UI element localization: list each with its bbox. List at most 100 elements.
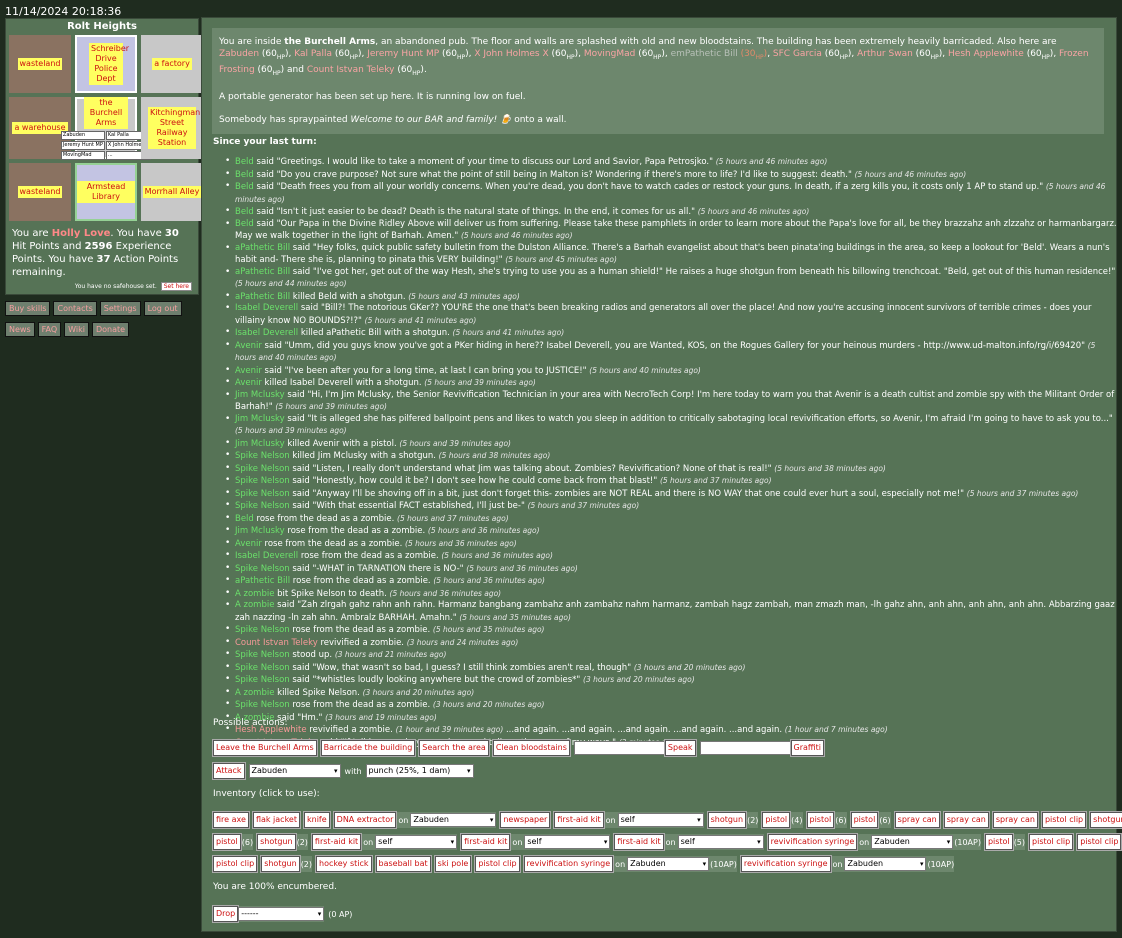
event-actor-link[interactable]: Spike Nelson [235,489,290,499]
logout-button[interactable]: Log out [143,301,182,316]
map-cell-ne[interactable]: a factory [141,35,203,93]
map-cell-s[interactable]: Armstead Library [75,163,137,221]
event-actor-link[interactable]: Beld [235,157,254,167]
player-name[interactable]: Holly Love [52,228,111,239]
event-actor-link[interactable]: Spike Nelson [235,501,290,511]
drop-button[interactable]: Drop [213,906,239,922]
inventory-item-button[interactable]: pistol clip [475,856,520,872]
map-cell-sw[interactable]: wasteland [9,163,71,221]
map-cell-nw[interactable]: wasteland [9,35,71,93]
map-cell-se[interactable]: Morrhall Alley [141,163,203,221]
inventory-item-button[interactable]: spray can [943,812,989,828]
map-cell-n[interactable]: Schreiber Drive Police Dept [75,35,137,93]
inventory-item-button[interactable]: ski pole [434,856,472,872]
clean-bloodstains-button[interactable]: Clean bloodstains [492,740,570,756]
inventory-item-button[interactable]: first-aid kit [311,834,362,850]
target-select[interactable]: Zabuden ▾ [410,813,497,827]
inventory-item-button[interactable]: knife [303,812,330,828]
inventory-item-button[interactable]: revivification syringe [740,856,831,872]
map-cell-label[interactable]: Kitchingman Street Railway Station [148,107,200,149]
target-select[interactable]: self ▾ [524,835,611,849]
event-actor-link[interactable]: Spike Nelson [235,650,290,660]
event-actor-link[interactable]: Spike Nelson [235,675,290,685]
map-cell-label[interactable]: a factory [152,58,192,70]
inventory-item-button[interactable]: shotgun [261,856,300,872]
event-actor-link[interactable]: Beld [235,219,254,229]
occupant-chip[interactable]: Zabuden [60,130,105,140]
event-actor-link[interactable]: Beld [235,170,254,180]
map-cell-label[interactable]: wasteland [17,186,63,198]
inventory-item-button[interactable]: pistol [762,812,791,828]
barricade-button[interactable]: Barricade the building [320,740,416,756]
target-select[interactable]: Zabuden ▾ [871,835,954,849]
inventory-item-button[interactable]: DNA extractor [333,812,397,828]
event-actor-link[interactable]: aPathetic Bill [235,267,290,277]
event-actor-link[interactable]: A zombie [235,589,274,599]
inventory-item-button[interactable]: first-aid kit [614,834,664,850]
settings-button[interactable]: Settings [99,301,141,316]
faq-button[interactable]: FAQ [37,322,62,337]
inventory-item-button[interactable]: spray can [894,812,940,828]
event-actor-link[interactable]: Count Istvan Teleky [235,638,318,648]
event-actor-link[interactable]: A zombie [235,688,274,698]
attack-button[interactable]: Attack [213,763,245,779]
event-actor-link[interactable]: Isabel Deverell [235,551,298,561]
inventory-item-button[interactable]: pistol [213,834,241,850]
occupant-link[interactable]: Arthur Swan [857,49,913,59]
inventory-item-button[interactable]: shotgun [1090,812,1122,828]
target-select[interactable]: Zabuden ▾ [627,857,710,871]
event-actor-link[interactable]: aPathetic Bill [235,292,290,302]
contacts-button[interactable]: Contacts [53,301,97,316]
graffiti-input[interactable] [699,741,792,755]
target-select[interactable]: self ▾ [375,835,458,849]
occupant-chip[interactable]: MovingMad [60,150,105,160]
event-actor-link[interactable]: Spike Nelson [235,476,290,486]
inventory-item-button[interactable]: pistol clip [1041,812,1087,828]
occupant-link[interactable]: MovingMad [584,49,636,59]
inventory-item-button[interactable]: first-aid kit [461,834,511,850]
inventory-item-button[interactable]: pistol clip [213,856,258,872]
inventory-item-button[interactable]: fire axe [213,812,249,828]
inventory-item-button[interactable]: newspaper [500,812,551,828]
event-actor-link[interactable]: Spike Nelson [235,625,290,635]
occupant-link[interactable]: Kal Palla [294,49,332,59]
event-actor-link[interactable]: Avenir [235,366,262,376]
donate-button[interactable]: Donate [91,322,130,337]
inventory-item-button[interactable]: revivification syringe [523,856,614,872]
map-cell-label[interactable]: wasteland [17,58,63,70]
event-actor-link[interactable]: Jim Mclusky [235,414,285,424]
map-cell-label[interactable]: Schreiber Drive Police Dept [89,43,129,85]
speak-input[interactable] [573,741,666,755]
occupant-link[interactable]: SFC Garcia [773,49,822,59]
event-actor-link[interactable]: Spike Nelson [235,464,290,474]
event-actor-link[interactable]: Beld [235,182,254,192]
set-safehouse-button[interactable]: Set here [160,282,192,291]
inventory-item-button[interactable]: baseball bat [375,856,431,872]
event-actor-link[interactable]: Isabel Deverell [235,328,298,338]
map-cell-e[interactable]: Kitchingman Street Railway Station [141,97,203,159]
event-actor-link[interactable]: Avenir [235,378,262,388]
wiki-button[interactable]: Wiki [64,322,89,337]
event-actor-link[interactable]: Jim Mclusky [235,526,285,536]
event-actor-link[interactable]: Spike Nelson [235,700,290,710]
weapon-select[interactable]: punch (25%, 1 dam) ▾ [365,764,474,778]
event-actor-link[interactable]: Avenir [235,341,262,351]
target-select[interactable]: self ▾ [677,835,764,849]
event-actor-link[interactable]: Isabel Deverell [235,303,298,313]
inventory-item-button[interactable]: hockey stick [316,856,372,872]
event-actor-link[interactable]: aPathetic Bill [235,576,290,586]
speak-button[interactable]: Speak [664,740,696,756]
news-button[interactable]: News [5,322,35,337]
inventory-item-button[interactable]: flak jacket [252,812,300,828]
inventory-item-button[interactable]: pistol [850,812,879,828]
event-actor-link[interactable]: Jim Mclusky [235,390,285,400]
buy-skills-button[interactable]: Buy skills [5,301,51,316]
leave-building-button[interactable]: Leave the Burchell Arms [213,740,317,756]
event-actor-link[interactable]: Beld [235,207,254,217]
map-cell-label[interactable]: a warehouse [12,122,68,134]
occupant-link[interactable]: Hesh Applewhite [948,49,1024,59]
event-actor-link[interactable]: aPathetic Bill [235,243,290,253]
inventory-item-button[interactable]: spray can [992,812,1038,828]
search-button[interactable]: Search the area [419,740,489,756]
inventory-item-button[interactable]: pistol [806,812,835,828]
